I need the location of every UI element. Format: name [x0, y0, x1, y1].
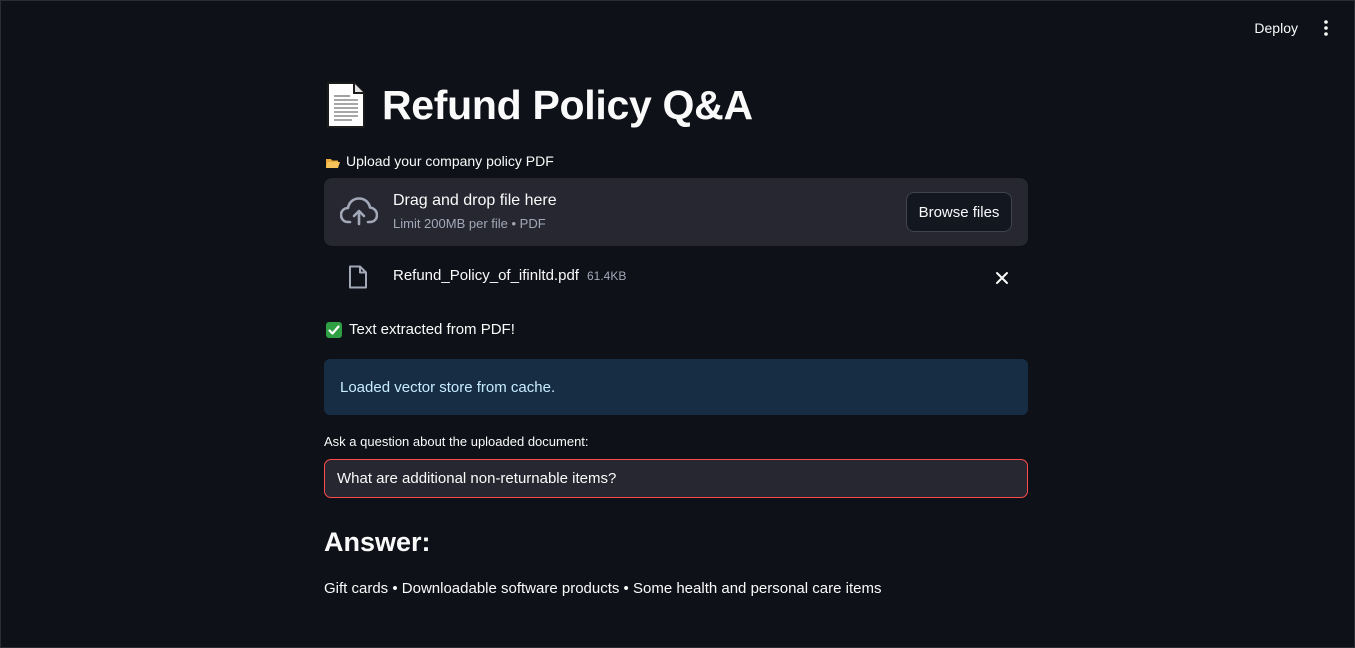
- remove-file-button[interactable]: [994, 270, 1010, 286]
- uploaded-file-item: Refund_Policy_of_ifinltd.pdf 61.4KB: [324, 263, 1028, 293]
- upload-label: Upload your company policy PDF: [326, 153, 554, 169]
- cloud-upload-icon: [339, 196, 379, 226]
- close-icon: [996, 272, 1008, 284]
- info-alert: Loaded vector store from cache.: [324, 359, 1028, 415]
- success-message: Text extracted from PDF!: [326, 321, 515, 338]
- main-menu-button[interactable]: [1316, 16, 1336, 40]
- info-text: Loaded vector store from cache.: [340, 378, 556, 396]
- dropzone-subtitle: Limit 200MB per file • PDF: [393, 216, 546, 231]
- top-toolbar: Deploy: [1254, 1, 1354, 55]
- file-name-wrapper: Refund_Policy_of_ifinltd.pdf 61.4KB: [393, 267, 626, 284]
- file-dropzone[interactable]: Drag and drop file here Limit 200MB per …: [324, 178, 1028, 246]
- page-facing-up-icon: [326, 81, 366, 129]
- check-mark-icon: [326, 321, 342, 338]
- app-window: Deploy Refund Policy Q&A Upload your com…: [0, 0, 1355, 648]
- success-text: Text extracted from PDF!: [349, 321, 515, 338]
- question-label: Ask a question about the uploaded docume…: [324, 434, 589, 449]
- title-row: Refund Policy Q&A: [326, 81, 753, 129]
- file-icon: [348, 265, 368, 289]
- browse-files-button[interactable]: Browse files: [906, 192, 1012, 232]
- question-input[interactable]: [324, 459, 1028, 498]
- deploy-button[interactable]: Deploy: [1254, 20, 1298, 36]
- open-folder-icon: [326, 156, 340, 168]
- vertical-ellipsis-icon: [1324, 20, 1328, 36]
- answer-text: Gift cards • Downloadable software produ…: [324, 580, 882, 597]
- file-name: Refund_Policy_of_ifinltd.pdf: [393, 267, 579, 284]
- dropzone-title: Drag and drop file here: [393, 192, 557, 209]
- file-size: 61.4KB: [586, 269, 627, 283]
- answer-heading: Answer:: [324, 527, 431, 557]
- upload-label-text: Upload your company policy PDF: [346, 153, 554, 169]
- page-title: Refund Policy Q&A: [382, 81, 753, 128]
